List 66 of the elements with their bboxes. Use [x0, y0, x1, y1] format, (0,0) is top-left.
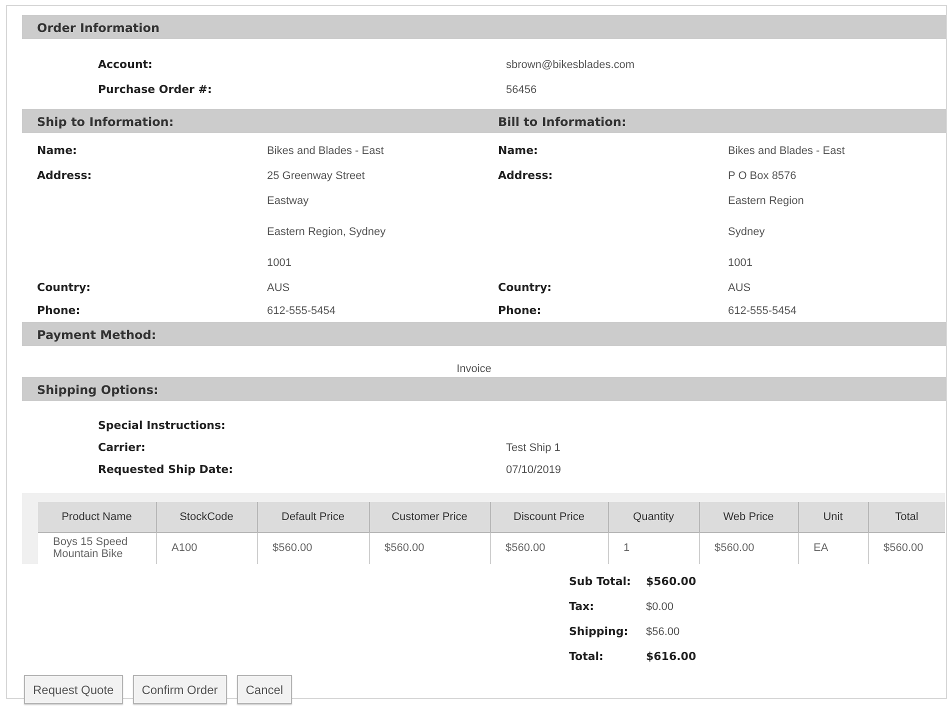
field-value: Bikes and Blades - East: [728, 144, 845, 160]
action-button[interactable]: Cancel: [236, 675, 292, 704]
total-label: Total:: [569, 649, 604, 666]
total-label: Shipping:: [569, 624, 630, 640]
field-label: Special Instructions:: [97, 418, 226, 434]
field-label: Country:: [37, 280, 92, 296]
table-cell: $560.00: [257, 532, 369, 564]
table-cell: Boys 15 Speed Mountain Bike: [38, 532, 156, 564]
section-title: Order Information: [37, 20, 160, 37]
table-cell: $560.00: [490, 532, 608, 564]
table-cell: $560.00: [369, 532, 490, 564]
section-title: Bill to Information:: [498, 114, 626, 131]
column-header: Unit: [798, 502, 868, 532]
total-value: $56.00: [646, 625, 680, 640]
field-label: Carrier:: [97, 440, 146, 456]
action-button[interactable]: Request Quote: [24, 675, 123, 704]
column-header: Default Price: [257, 502, 369, 532]
field-value: 07/10/2019: [506, 462, 562, 478]
field-label: Requested Ship Date:: [97, 462, 234, 478]
column-header: Customer Price: [369, 502, 490, 532]
field-value: Eastway: [267, 194, 309, 210]
field-label: Phone:: [37, 302, 82, 319]
field-label: Name:: [498, 143, 539, 160]
field-value: Eastern Region, Sydney: [267, 225, 386, 240]
field-value: 1001: [728, 256, 752, 272]
field-label: Purchase Order #:: [97, 82, 213, 98]
field-value: 612-555-5454: [267, 304, 336, 319]
table-cell: EA: [798, 532, 868, 564]
column-header: Product Name: [38, 502, 156, 532]
table-cell: $560.00: [699, 532, 798, 564]
field-value: 56456: [506, 83, 537, 98]
section-title: Payment Method:: [37, 327, 156, 344]
field-label: Country:: [498, 280, 553, 296]
field-label: Name:: [37, 143, 78, 160]
action-button[interactable]: Confirm Order: [132, 675, 227, 704]
field-value: 1001: [267, 256, 292, 272]
field-value: 25 Greenway Street: [267, 169, 365, 184]
payment-value: Invoice: [456, 362, 492, 376]
table-cell: 1: [608, 532, 699, 564]
column-header: StockCode: [156, 502, 257, 532]
field-value: Eastern Region: [728, 194, 804, 210]
field-value: Sydney: [728, 225, 765, 240]
field-label: Address:: [37, 168, 93, 184]
section-title: Ship to Information:: [36, 114, 175, 131]
field-value: P O Box 8576: [728, 169, 796, 184]
total-value: $616.00: [646, 649, 696, 666]
field-value: AUS: [728, 280, 751, 296]
field-label: Account:: [97, 57, 154, 74]
field-value: sbrown@bikesblades.com: [506, 58, 635, 74]
total-label: Tax:: [569, 599, 596, 616]
column-header: Web Price: [699, 502, 798, 532]
field-value: 612-555-5454: [728, 304, 797, 319]
field-value: AUS: [267, 280, 290, 296]
field-label: Phone:: [498, 302, 542, 319]
column-header: Total: [868, 502, 945, 532]
field-label: Address:: [498, 168, 554, 184]
table-cell: A100: [156, 532, 257, 564]
field-value: Bikes and Blades - East: [267, 144, 384, 160]
total-value: $0.00: [646, 600, 674, 616]
section-title: Shipping Options:: [37, 382, 158, 399]
total-value: $560.00: [646, 574, 696, 590]
column-header: Discount Price: [490, 502, 608, 532]
field-value: Test Ship 1: [506, 440, 560, 456]
column-header: Quantity: [608, 502, 699, 532]
table-cell: $560.00: [868, 532, 945, 564]
total-label: Sub Total:: [569, 574, 632, 590]
